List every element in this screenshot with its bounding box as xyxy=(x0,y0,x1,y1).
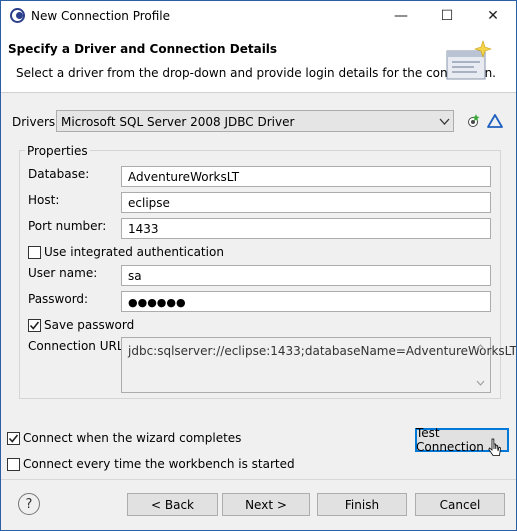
new-driver-icon[interactable] xyxy=(465,113,481,129)
connection-url-label: Connection URL: xyxy=(28,339,128,353)
page-title: Specify a Driver and Connection Details xyxy=(8,42,278,56)
eclipse-app-icon xyxy=(10,8,25,23)
port-field[interactable]: 1433 xyxy=(121,218,491,239)
help-glyph: ? xyxy=(25,496,33,512)
username-label: User name: xyxy=(28,266,98,280)
username-field-value: sa xyxy=(128,269,142,283)
port-field-value: 1433 xyxy=(128,222,159,236)
connect-every-time-label: Connect every time the workbench is star… xyxy=(23,457,295,471)
checkmark-icon xyxy=(8,434,19,443)
cancel-button-label: Cancel xyxy=(439,497,481,512)
finish-button-label: Finish xyxy=(344,497,380,512)
drivers-dropdown[interactable]: Microsoft SQL Server 2008 JDBC Driver xyxy=(56,110,454,132)
next-button[interactable]: Next > xyxy=(222,493,310,516)
drivers-selected-value: Microsoft SQL Server 2008 JDBC Driver xyxy=(61,115,295,129)
drivers-label: Drivers: xyxy=(12,115,60,129)
chevron-down-icon xyxy=(439,118,450,125)
save-password-checkbox[interactable] xyxy=(28,319,41,332)
username-field[interactable]: sa xyxy=(121,265,491,286)
maximize-button[interactable]: ☐ xyxy=(424,1,470,31)
mouse-cursor-icon xyxy=(488,438,501,456)
window-title: New Connection Profile xyxy=(31,9,171,23)
password-label: Password: xyxy=(28,292,89,306)
back-button-label: < Back xyxy=(150,497,194,512)
wizard-banner-icon xyxy=(446,40,492,80)
cancel-button[interactable]: Cancel xyxy=(415,493,505,516)
minimize-button[interactable]: — xyxy=(378,1,424,31)
host-field[interactable]: eclipse xyxy=(121,192,491,213)
host-field-value: eclipse xyxy=(128,196,170,210)
title-bar[interactable]: New Connection Profile — ☐ ✕ xyxy=(1,1,516,31)
save-password-label: Save password xyxy=(44,318,135,332)
wizard-header: Specify a Driver and Connection Details … xyxy=(1,31,516,93)
page-description: Select a driver from the drop-down and p… xyxy=(16,66,496,80)
database-label: Database: xyxy=(28,167,90,181)
connection-url-value: jdbc:sqlserver://eclipse:1433;databaseNa… xyxy=(128,344,517,358)
host-label: Host: xyxy=(28,193,60,207)
password-field-value: ●●●●●● xyxy=(128,296,186,309)
edit-driver-icon[interactable] xyxy=(487,113,503,129)
finish-button[interactable]: Finish xyxy=(317,493,407,516)
integrated-auth-label: Use integrated authentication xyxy=(44,245,224,259)
database-field[interactable]: AdventureWorksLT xyxy=(121,166,491,187)
next-button-label: Next > xyxy=(245,497,287,512)
dialog-window: New Connection Profile — ☐ ✕ Specify a D… xyxy=(0,0,517,531)
database-field-value: AdventureWorksLT xyxy=(128,170,240,184)
password-field[interactable]: ●●●●●● xyxy=(121,291,491,312)
connect-when-complete-label: Connect when the wizard completes xyxy=(23,431,242,445)
checkmark-icon xyxy=(29,321,40,330)
url-scrollbar[interactable] xyxy=(472,339,489,391)
close-button[interactable]: ✕ xyxy=(470,1,516,31)
help-icon[interactable]: ? xyxy=(18,493,40,515)
connect-every-time-checkbox[interactable] xyxy=(7,458,20,471)
connection-url-field[interactable]: jdbc:sqlserver://eclipse:1433;databaseNa… xyxy=(121,337,516,393)
properties-group-label: Properties xyxy=(25,144,90,158)
footer-divider xyxy=(1,479,516,480)
port-label: Port number: xyxy=(28,219,107,233)
integrated-auth-checkbox[interactable] xyxy=(28,246,41,259)
back-button[interactable]: < Back xyxy=(127,493,218,516)
connect-when-complete-checkbox[interactable] xyxy=(7,432,20,445)
